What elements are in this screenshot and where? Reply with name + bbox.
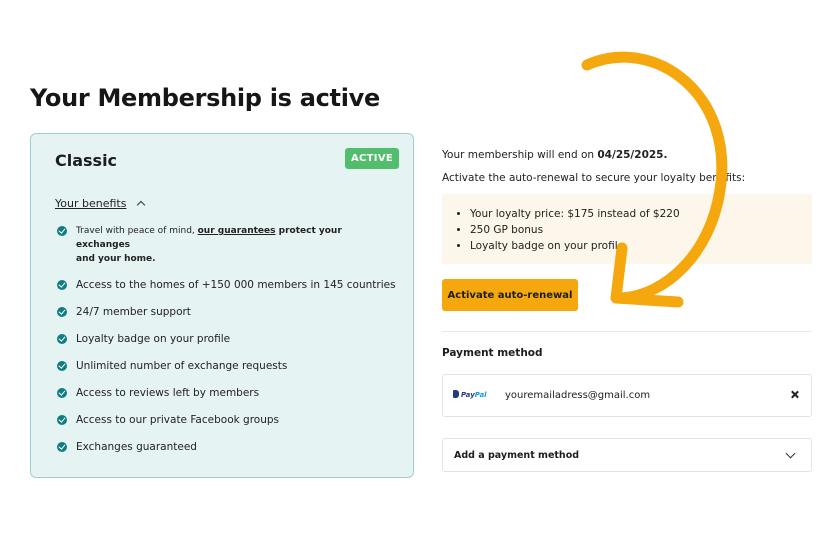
benefit-text: Access to reviews left by members <box>76 387 260 399</box>
page-title: Your Membership is active <box>30 84 380 112</box>
benefit-text: Unlimited number of exchange requests <box>76 360 288 372</box>
benefit-item: Access to the homes of +150 000 members … <box>57 278 397 292</box>
membership-card: Classic ACTIVE Your benefits Travel with… <box>30 133 414 478</box>
benefit-item: Loyalty badge on your profile <box>57 332 397 346</box>
paypal-mark-icon <box>453 390 459 398</box>
loyalty-item: Loyalty badge on your profile <box>470 238 680 254</box>
check-icon <box>57 415 67 425</box>
guarantees-link[interactable]: our guarantees <box>198 226 276 236</box>
loyalty-item: 250 GP bonus <box>470 222 680 238</box>
end-date: 04/25/2025. <box>597 149 668 161</box>
benefit-text-prefix: Travel with peace of mind, <box>76 226 198 236</box>
benefit-item: Access to reviews left by members <box>57 386 397 400</box>
annotation-arrow-icon <box>581 51 728 308</box>
benefit-item: Exchanges guaranteed <box>57 440 397 454</box>
paypal-logo-text-2: Pal <box>474 391 487 399</box>
benefit-text: Access to the homes of +150 000 members … <box>76 279 396 291</box>
benefit-item: 24/7 member support <box>57 305 397 319</box>
benefit-item: Unlimited number of exchange requests <box>57 359 397 373</box>
check-icon <box>57 442 67 452</box>
payment-method-row: PayPal youremailadress@gmail.com <box>442 374 812 417</box>
add-payment-method-dropdown[interactable]: Add a payment method <box>442 438 812 472</box>
check-icon <box>57 307 67 317</box>
loyalty-item: Your loyalty price: $175 instead of $220 <box>470 206 680 222</box>
payment-method-title: Payment method <box>442 347 543 359</box>
membership-end-text: Your membership will end on 04/25/2025. <box>442 149 667 161</box>
status-badge: ACTIVE <box>345 148 399 169</box>
chevron-down-icon <box>785 448 796 459</box>
check-icon <box>57 361 67 371</box>
check-icon <box>57 388 67 398</box>
benefit-text: Travel with peace of mind, our guarantee… <box>76 224 397 266</box>
chevron-up-icon <box>137 200 146 210</box>
check-icon <box>57 280 67 290</box>
paypal-logo: PayPal <box>453 390 487 399</box>
end-text-label: Your membership will end on <box>442 149 598 161</box>
benefit-text-line2: and your home. <box>76 254 156 264</box>
close-icon[interactable] <box>788 388 802 402</box>
benefit-text: Loyalty badge on your profile <box>76 333 231 345</box>
benefits-list: Travel with peace of mind, our guarantee… <box>57 224 397 454</box>
paypal-logo-text-1: Pay <box>461 391 475 399</box>
benefits-toggle-label: Your benefits <box>55 197 127 210</box>
benefits-toggle[interactable]: Your benefits <box>55 197 146 210</box>
activate-auto-renewal-button[interactable]: Activate auto-renewal <box>442 279 578 311</box>
add-payment-method-label: Add a payment method <box>454 450 580 461</box>
loyalty-benefits-box: Your loyalty price: $175 instead of $220… <box>442 194 812 264</box>
benefit-text: 24/7 member support <box>76 306 191 318</box>
check-icon <box>57 334 67 344</box>
check-icon <box>57 226 67 236</box>
benefit-item: Access to our private Facebook groups <box>57 413 397 427</box>
auto-renewal-cta-text: Activate the auto-renewal to secure your… <box>442 172 746 184</box>
loyalty-benefits-list: Your loyalty price: $175 instead of $220… <box>462 206 680 254</box>
benefit-text: Access to our private Facebook groups <box>76 414 279 426</box>
benefit-item: Travel with peace of mind, our guarantee… <box>57 224 397 266</box>
benefit-text: Exchanges guaranteed <box>76 441 197 453</box>
section-divider <box>442 331 812 332</box>
payment-email: youremailadress@gmail.com <box>505 390 651 401</box>
plan-name: Classic <box>55 151 118 170</box>
